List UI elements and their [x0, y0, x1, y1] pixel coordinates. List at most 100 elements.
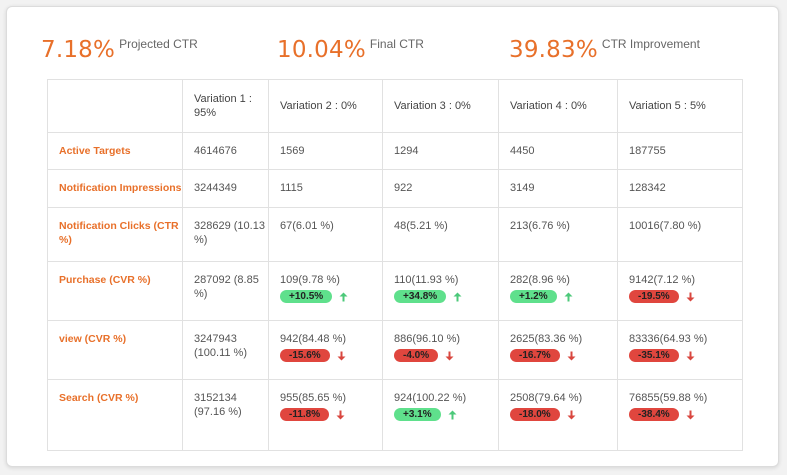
table-cell: 187755 — [617, 132, 743, 170]
arrow-down-icon — [445, 351, 454, 360]
change-badge: -11.8% — [280, 408, 330, 421]
table-cell: 3247943 (100.11 %) — [182, 320, 269, 380]
table-header-row: Variation 1 : 95% Variation 2 : 0% Varia… — [47, 79, 743, 133]
table-header-variation-1: Variation 1 : 95% — [182, 79, 269, 133]
cell-value: 4614676 — [194, 145, 237, 157]
cell-value: 1569 — [280, 145, 305, 157]
cell-value: 2625(83.36 %) — [510, 333, 583, 345]
table-header-variation-5: Variation 5 : 5% — [617, 79, 743, 133]
cell-value: 924(100.22 %) — [394, 392, 467, 404]
cell-value: 3244349 — [194, 182, 237, 194]
change-indicator: -11.8% — [280, 408, 382, 421]
table-row: Search (CVR %) 3152134 (97.16 %) 955(85.65… — [47, 379, 743, 451]
table-cell: 76855(59.88 %) -38.4% — [617, 379, 743, 451]
cell-value: 83336(64.93 %) — [629, 333, 708, 345]
table-cell: 128342 — [617, 169, 743, 208]
change-indicator: -35.1% — [629, 349, 742, 362]
change-badge: -35.1% — [629, 349, 679, 362]
cell-value: 187755 — [629, 145, 666, 157]
metric-value: 39.83% — [509, 37, 598, 63]
table-cell: 2625(83.36 %) -16.7% — [498, 320, 618, 380]
table-cell: 1569 — [268, 132, 383, 170]
change-badge: -38.4% — [629, 408, 679, 421]
table-row: Notification Impressions 3244349 1115 922 31… — [47, 169, 743, 208]
table-cell: 48(5.21 %) — [382, 207, 499, 262]
cell-value: 3149 — [510, 182, 535, 194]
metric-label: CTR Improvement — [601, 37, 700, 51]
cell-value: 4450 — [510, 145, 535, 157]
change-badge: -16.7% — [510, 349, 560, 362]
change-indicator: +3.1% — [394, 408, 498, 421]
arrow-down-icon — [336, 410, 345, 419]
metric-projected-ctr: 7.18% Projected CTR — [41, 35, 198, 65]
change-badge: -4.0% — [394, 349, 439, 362]
row-label: view (CVR %) — [47, 320, 183, 380]
table-header-variation-3: Variation 3 : 0% — [382, 79, 499, 133]
arrow-up-icon — [339, 292, 348, 301]
metric-value: 7.18% — [41, 37, 116, 63]
change-indicator: -38.4% — [629, 408, 742, 421]
metric-value: 10.04% — [277, 37, 366, 63]
table-row: Purchase (CVR %) 287092 (8.85 %) 109(9.78 … — [47, 261, 743, 321]
row-label: Search (CVR %) — [47, 379, 183, 451]
change-badge: +3.1% — [394, 408, 441, 421]
table-cell: 83336(64.93 %) -35.1% — [617, 320, 743, 380]
cell-value: 328629 (10.13 %) — [194, 220, 265, 246]
cell-value: 128342 — [629, 182, 666, 194]
table-header-variation-2: Variation 2 : 0% — [268, 79, 383, 133]
table-cell: 4614676 — [182, 132, 269, 170]
row-label: Notification Clicks (CTR %) — [47, 207, 183, 262]
cell-value: 955(85.65 %) — [280, 392, 347, 404]
row-label: Active Targets — [47, 132, 183, 170]
change-indicator: -16.7% — [510, 349, 617, 362]
cell-value: 282(8.96 %) — [510, 274, 570, 286]
metric-label: Final CTR — [369, 37, 424, 51]
arrow-down-icon — [337, 351, 346, 360]
arrow-down-icon — [686, 292, 695, 301]
change-badge: -18.0% — [510, 408, 560, 421]
table-row: view (CVR %) 3247943 (100.11 %) 942(84.48 … — [47, 320, 743, 380]
table-row: Notification Clicks (CTR %) 328629 (10.13… — [47, 207, 743, 262]
change-indicator: -15.6% — [280, 349, 382, 362]
report-card: 7.18% Projected CTR 10.04% Final CTR 39.… — [6, 6, 779, 467]
cell-value: 942(84.48 %) — [280, 333, 347, 345]
arrow-up-icon — [564, 292, 573, 301]
cell-value: 48(5.21 %) — [394, 220, 448, 232]
cell-value: 922 — [394, 182, 413, 194]
table-cell: 67(6.01 %) — [268, 207, 383, 262]
cell-value: 3247943 (100.11 %) — [194, 333, 247, 359]
table-cell: 942(84.48 %) -15.6% — [268, 320, 383, 380]
change-indicator: -4.0% — [394, 349, 498, 362]
cell-value: 287092 (8.85 %) — [194, 274, 259, 300]
table-cell: 287092 (8.85 %) — [182, 261, 269, 321]
change-badge: -15.6% — [280, 349, 330, 362]
metric-ctr-improvement: 39.83% CTR Improvement — [509, 35, 700, 65]
table-cell: 328629 (10.13 %) — [182, 207, 269, 262]
table-cell: 9142(7.12 %) -19.5% — [617, 261, 743, 321]
change-indicator: -19.5% — [629, 290, 742, 303]
table-cell: 1294 — [382, 132, 499, 170]
arrow-down-icon — [567, 351, 576, 360]
cell-value: 9142(7.12 %) — [629, 274, 696, 286]
table-cell: 10016(7.80 %) — [617, 207, 743, 262]
cell-value: 213(6.76 %) — [510, 220, 570, 232]
cell-value: 3152134 (97.16 %) — [194, 392, 242, 418]
cell-value: 76855(59.88 %) — [629, 392, 708, 404]
metric-label: Projected CTR — [119, 37, 198, 51]
change-badge: +10.5% — [280, 290, 333, 303]
table-row: Active Targets 4614676 1569 1294 4450 187755 — [47, 132, 743, 170]
change-badge: -19.5% — [629, 290, 679, 303]
cell-value: 10016(7.80 %) — [629, 220, 702, 232]
arrow-up-icon — [448, 410, 457, 419]
arrow-up-icon — [453, 292, 462, 301]
cell-value: 67(6.01 %) — [280, 220, 334, 232]
table-cell: 886(96.10 %) -4.0% — [382, 320, 499, 380]
cell-value: 110(11.93 %) — [394, 274, 459, 286]
table-cell: 955(85.65 %) -11.8% — [268, 379, 383, 451]
change-indicator: +34.8% — [394, 290, 498, 303]
cell-value: 886(96.10 %) — [394, 333, 461, 345]
row-label: Purchase (CVR %) — [47, 261, 183, 321]
arrow-down-icon — [567, 410, 576, 419]
table-cell: 109(9.78 %) +10.5% — [268, 261, 383, 321]
table-cell: 4450 — [498, 132, 618, 170]
